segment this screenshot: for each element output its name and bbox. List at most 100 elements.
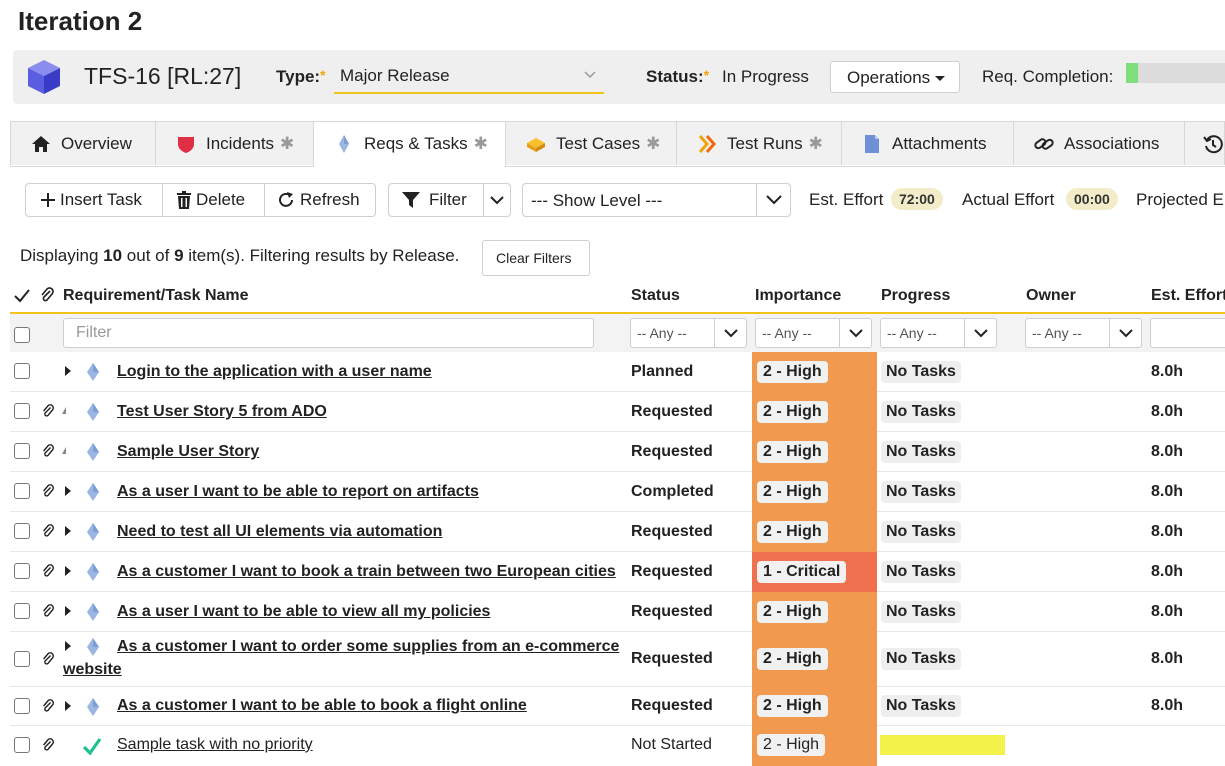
chevron-down-icon <box>1119 329 1133 338</box>
table-row[interactable]: Sample User Story Requested 2 - High No … <box>10 432 1225 472</box>
header-name[interactable]: Requirement/Task Name <box>63 287 249 305</box>
type-label: Type:* <box>276 67 326 86</box>
paperclip-icon <box>43 444 54 457</box>
row-status: Requested <box>631 523 713 540</box>
status-filter-select[interactable]: -- Any -- <box>630 318 747 348</box>
requirement-link[interactable]: Login to the application with a user nam… <box>117 360 432 383</box>
progress-badge: No Tasks <box>881 481 961 503</box>
header-est-effort[interactable]: Est. Effort <box>1151 287 1225 305</box>
table-row[interactable]: As a user I want to be able to report on… <box>10 472 1225 512</box>
row-checkbox[interactable] <box>14 363 30 379</box>
header-progress[interactable]: Progress <box>881 287 950 305</box>
table-row[interactable]: As a user I want to be able to view all … <box>10 592 1225 632</box>
table-row[interactable]: As a customer I want to order some suppl… <box>10 632 1225 687</box>
table-row-task[interactable]: Sample task with no priority Not Started… <box>10 726 1225 766</box>
requirement-diamond-icon <box>87 698 99 716</box>
tab-overview[interactable]: Overview <box>10 121 156 165</box>
filter-button[interactable]: Filter <box>389 184 483 216</box>
operations-label: Operations <box>847 68 931 87</box>
tab-attachments[interactable]: Attachments <box>841 121 1014 165</box>
show-level-select[interactable]: --- Show Level --- <box>522 183 791 217</box>
requirement-link[interactable]: Need to test all UI elements via automat… <box>117 520 442 543</box>
filter-funnel-icon <box>402 192 420 208</box>
requirement-link[interactable]: As a customer I want to book a train bet… <box>117 560 616 583</box>
requirement-link[interactable]: Sample User Story <box>117 440 259 463</box>
row-checkbox[interactable] <box>14 443 30 459</box>
paperclip-icon <box>43 404 54 417</box>
test-run-chevrons-icon <box>698 135 716 153</box>
row-checkbox[interactable] <box>14 523 30 539</box>
paperclip-icon <box>43 738 54 751</box>
starred-icon: ✱ <box>808 134 823 153</box>
progress-filter-select[interactable]: -- Any -- <box>880 318 997 348</box>
row-checkbox[interactable] <box>14 483 30 499</box>
row-checkbox[interactable] <box>14 737 30 753</box>
tab-label: Overview <box>61 134 132 153</box>
requirement-link[interactable]: As a customer I want to be able to book … <box>117 694 527 717</box>
importance-cell: 2 - High <box>752 592 877 632</box>
row-status: Not Started <box>631 736 712 753</box>
row-checkbox[interactable] <box>14 651 30 667</box>
row-checkbox[interactable] <box>14 603 30 619</box>
owner-filter-select[interactable]: -- Any -- <box>1025 318 1142 348</box>
requirement-link[interactable]: As a user I want to be able to report on… <box>117 480 479 503</box>
tab-test-cases[interactable]: Test Cases ✱ <box>505 121 677 165</box>
row-checkbox[interactable] <box>14 698 30 714</box>
row-status: Requested <box>631 443 713 460</box>
table-row[interactable]: Need to test all UI elements via automat… <box>10 512 1225 552</box>
task-check-icon <box>82 738 102 756</box>
expand-arrow-icon[interactable] <box>65 701 71 711</box>
requirement-diamond-icon <box>87 443 99 461</box>
header-status[interactable]: Status <box>631 287 680 305</box>
row-est-effort: 8.0h <box>1151 483 1184 500</box>
row-checkbox[interactable] <box>14 403 30 419</box>
requirement-link[interactable]: Test User Story 5 from ADO <box>117 400 327 423</box>
tab-test-runs[interactable]: Test Runs ✱ <box>676 121 842 165</box>
expand-arrow-icon[interactable] <box>65 366 71 376</box>
select-all-checkbox[interactable] <box>14 327 30 343</box>
table-row[interactable]: Login to the application with a user nam… <box>10 352 1225 392</box>
refresh-icon <box>279 192 293 207</box>
release-id: TFS-16 [RL:27] <box>84 63 242 89</box>
tab-incidents[interactable]: Incidents ✱ <box>155 121 314 165</box>
tab-history[interactable] <box>1184 121 1225 165</box>
clear-filters-button[interactable]: Clear Filters <box>482 240 590 276</box>
task-link[interactable]: Sample task with no priority <box>117 733 313 756</box>
progress-badge: No Tasks <box>881 521 961 543</box>
tab-associations[interactable]: Associations <box>1013 121 1185 165</box>
expand-arrow-icon[interactable] <box>65 486 71 496</box>
importance-filter-select[interactable]: -- Any -- <box>755 318 872 348</box>
incident-shield-icon <box>178 137 194 153</box>
row-est-effort: 8.0h <box>1151 363 1184 380</box>
importance-cell: 2 - High <box>752 352 877 392</box>
insert-task-button[interactable]: Insert Task <box>26 184 162 216</box>
status-value: In Progress <box>722 67 809 86</box>
progress-badge: No Tasks <box>881 441 961 463</box>
refresh-button[interactable]: Refresh <box>265 184 375 216</box>
type-select[interactable]: Major Release <box>334 62 604 94</box>
collapse-arrow-icon[interactable] <box>62 447 66 454</box>
tab-reqs-tasks[interactable]: Reqs & Tasks ✱ <box>313 121 506 167</box>
row-checkbox[interactable] <box>14 563 30 579</box>
delete-button[interactable]: Delete <box>163 184 264 216</box>
requirement-link[interactable]: As a customer I want to order some suppl… <box>117 635 619 658</box>
table-row[interactable]: Test User Story 5 from ADO Requested 2 -… <box>10 392 1225 432</box>
table-row[interactable]: As a customer I want to book a train bet… <box>10 552 1225 592</box>
test-case-icon <box>527 138 545 152</box>
est-effort-filter-input[interactable] <box>1150 318 1225 348</box>
collapse-arrow-icon[interactable] <box>62 407 66 414</box>
operations-button[interactable]: Operations <box>830 61 960 93</box>
filter-dropdown-button[interactable] <box>484 184 510 216</box>
requirement-link[interactable]: As a user I want to be able to view all … <box>117 600 490 623</box>
requirement-link-continued[interactable]: website <box>63 658 122 681</box>
expand-arrow-icon[interactable] <box>65 566 71 576</box>
table-row[interactable]: As a customer I want to be able to book … <box>10 687 1225 726</box>
select-all-check-icon <box>14 289 30 303</box>
expand-arrow-icon[interactable] <box>65 606 71 616</box>
expand-arrow-icon[interactable] <box>65 641 71 651</box>
requirement-diamond-icon <box>87 563 99 581</box>
header-importance[interactable]: Importance <box>755 287 841 305</box>
expand-arrow-icon[interactable] <box>65 526 71 536</box>
header-owner[interactable]: Owner <box>1026 287 1076 305</box>
name-filter-input[interactable]: Filter <box>63 318 594 348</box>
